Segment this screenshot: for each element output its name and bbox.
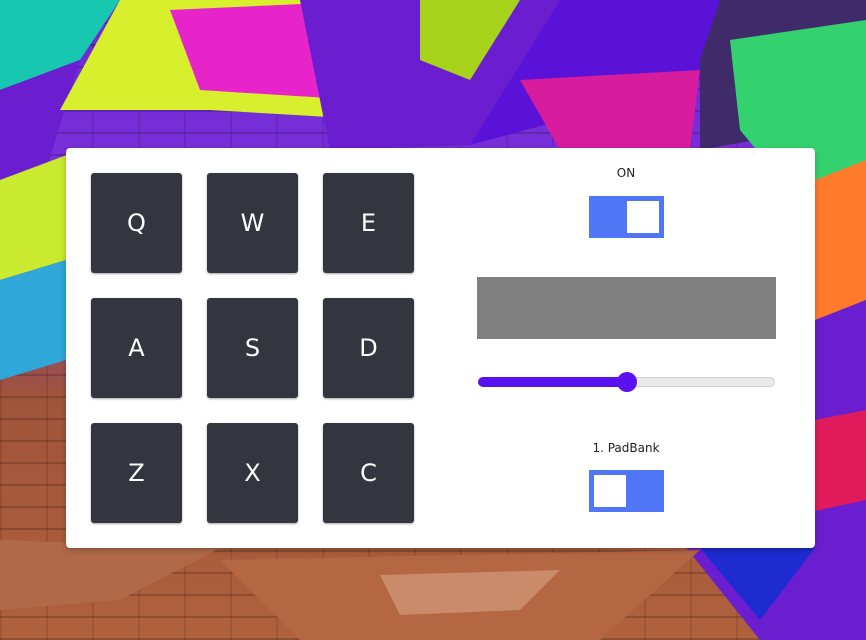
sound-display [477, 277, 776, 339]
drum-pad-w[interactable]: W [207, 173, 298, 273]
volume-slider-fill [478, 377, 627, 387]
drum-machine-panel: Q W E A S D Z X C ON 1. PadBank [66, 148, 815, 548]
bank-toggle-knob [594, 475, 626, 507]
drum-pad-z[interactable]: Z [91, 423, 182, 523]
drum-pad-q[interactable]: Q [91, 173, 182, 273]
power-label: ON [616, 166, 636, 180]
drum-pad-a[interactable]: A [91, 298, 182, 398]
volume-slider-thumb[interactable] [616, 372, 637, 392]
drum-pad-c[interactable]: C [323, 423, 414, 523]
drum-pad-e[interactable]: E [323, 173, 414, 273]
bank-toggle[interactable] [589, 470, 664, 512]
drum-pad-s[interactable]: S [207, 298, 298, 398]
power-toggle[interactable] [589, 196, 664, 238]
bank-label: 1. PadBank [592, 441, 660, 455]
power-toggle-knob [627, 201, 659, 233]
drum-pad-d[interactable]: D [323, 298, 414, 398]
drum-pad-x[interactable]: X [207, 423, 298, 523]
